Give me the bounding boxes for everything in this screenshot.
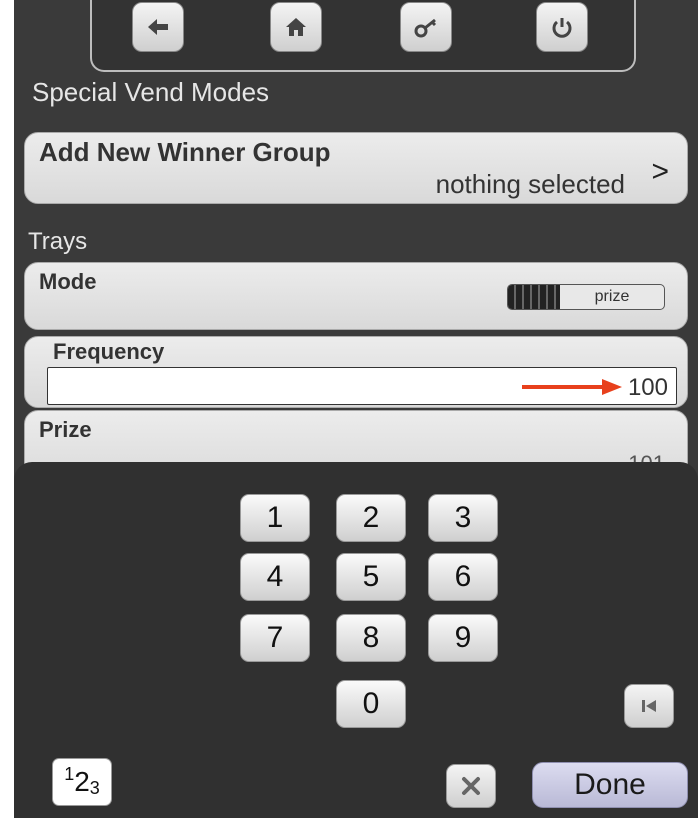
- key-7[interactable]: 7: [240, 614, 310, 662]
- numeric-keypad: 1 2 3 4 5 6 7 8 9 0 1 2 3 Done: [14, 462, 698, 818]
- trays-label: Trays: [28, 228, 88, 255]
- key-icon: [414, 18, 437, 38]
- numeric-mode-key[interactable]: 1 2 3: [52, 758, 112, 806]
- chevron-right-icon: >: [651, 155, 669, 188]
- key-8[interactable]: 8: [336, 614, 406, 662]
- frequency-input[interactable]: 100: [47, 367, 677, 405]
- key-2[interactable]: 2: [336, 494, 406, 542]
- winner-group-value: nothing selected: [435, 169, 625, 199]
- top-toolbar: [90, 0, 636, 72]
- key-5[interactable]: 5: [336, 553, 406, 601]
- frequency-label: Frequency: [53, 339, 165, 364]
- toggle-knob: [508, 285, 560, 309]
- mode-key-top: 1: [64, 763, 75, 784]
- power-icon: [552, 18, 572, 38]
- close-icon: [462, 777, 480, 795]
- home-button[interactable]: [270, 2, 322, 52]
- done-button[interactable]: Done: [532, 762, 688, 808]
- key-6[interactable]: 6: [428, 553, 498, 601]
- key-1[interactable]: 1: [240, 494, 310, 542]
- page-title: Special Vend Modes: [32, 77, 270, 107]
- mode-label: Mode: [39, 269, 97, 294]
- back-arrow-icon: [148, 19, 168, 35]
- frequency-row: Frequency 100: [24, 336, 688, 408]
- mode-row: Mode prize: [24, 262, 688, 330]
- home-icon: [286, 18, 306, 36]
- winner-group-label: Add New Winner Group: [39, 137, 331, 167]
- frequency-value: 100: [627, 374, 668, 401]
- back-button[interactable]: [132, 2, 184, 52]
- skip-back-icon: [642, 700, 656, 712]
- key-button[interactable]: [400, 2, 452, 52]
- mode-key-bottom: 3: [89, 777, 100, 798]
- backspace-button[interactable]: [624, 684, 674, 728]
- mode-toggle[interactable]: prize: [507, 284, 665, 310]
- clear-button[interactable]: [446, 764, 496, 808]
- mode-key-mid: 2: [74, 766, 90, 797]
- key-0[interactable]: 0: [336, 680, 406, 728]
- key-9[interactable]: 9: [428, 614, 498, 662]
- mode-toggle-value: prize: [594, 288, 630, 305]
- power-button[interactable]: [536, 2, 588, 52]
- prize-label: Prize: [39, 417, 92, 442]
- key-4[interactable]: 4: [240, 553, 310, 601]
- arrow-icon: [522, 379, 622, 395]
- vend-screen: Special Vend Modes Add New Winner Group …: [14, 0, 698, 818]
- key-3[interactable]: 3: [428, 494, 498, 542]
- add-winner-group-row[interactable]: Add New Winner Group nothing selected >: [24, 132, 688, 204]
